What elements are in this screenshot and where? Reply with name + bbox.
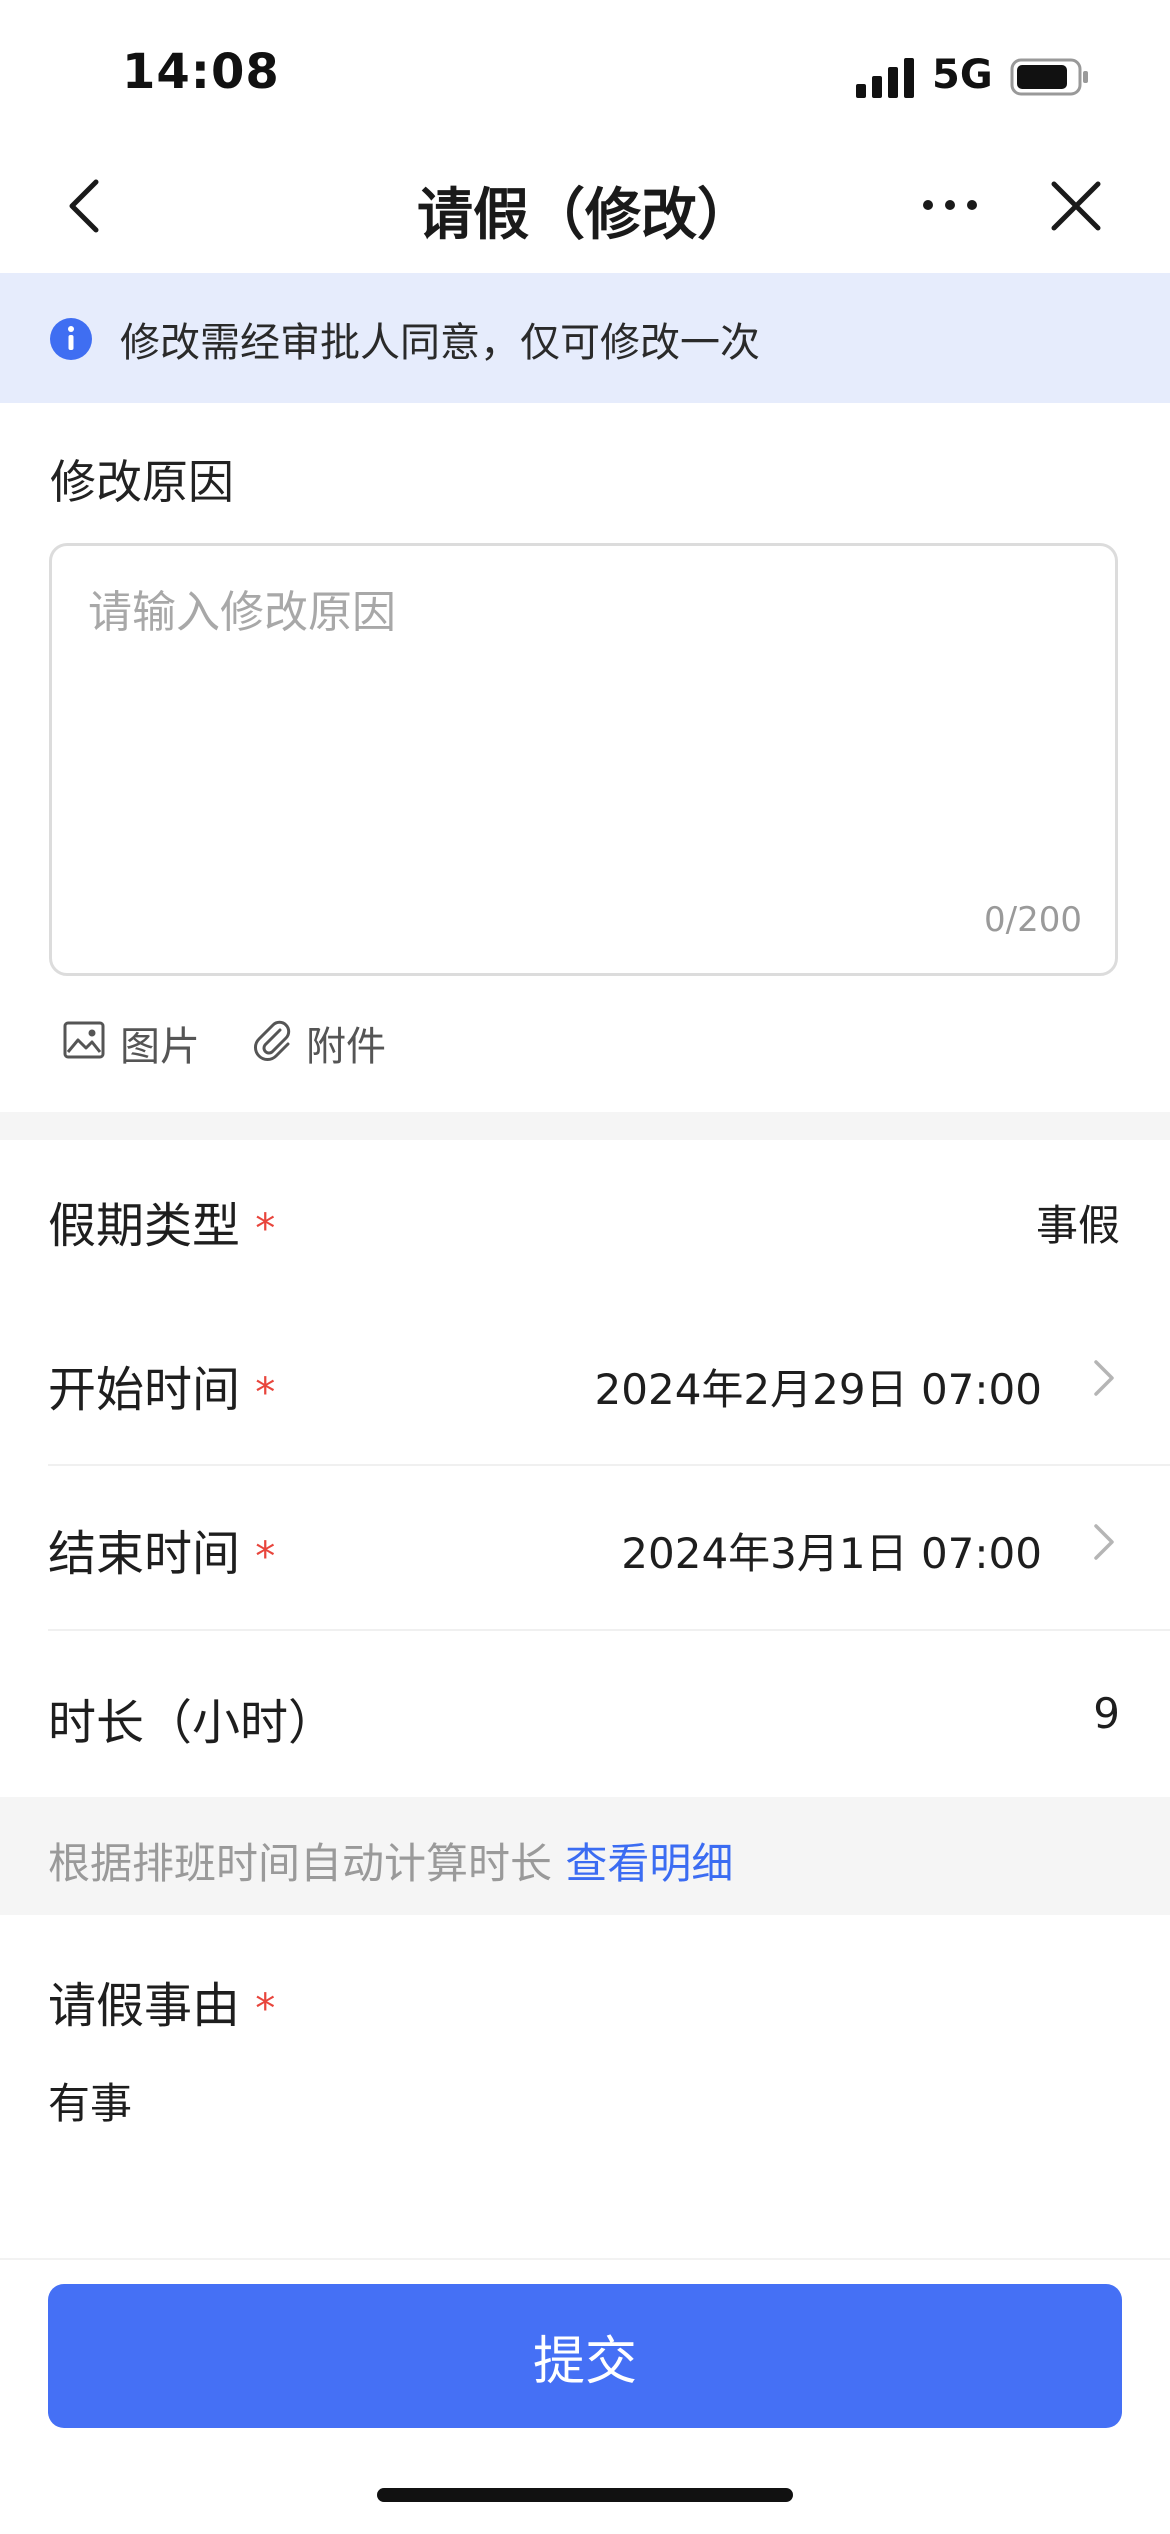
home-indicator (377, 2488, 793, 2502)
image-icon[interactable] (62, 1018, 106, 1062)
cellular-signal-icon (856, 58, 914, 98)
leave-reason-label: 请假事由 * (48, 1966, 275, 2036)
leave-type-value[interactable]: 事假 (800, 1192, 1120, 1253)
required-mark: * (255, 1986, 276, 2032)
notice-text: 修改需经审批人同意，仅可修改一次 (120, 320, 760, 366)
modify-reason-label: 修改原因 (50, 455, 234, 509)
required-mark: * (255, 1370, 276, 1416)
start-time-label: 开始时间 * (48, 1350, 275, 1420)
battery-icon (1010, 58, 1088, 96)
leave-type-label-text: 假期类型 (48, 1198, 241, 1254)
hint-description: 根据排班时间自动计算时长 (48, 1839, 553, 1888)
start-time-value[interactable]: 2024年2月29日 07:00 (520, 1356, 1042, 1417)
attachment-upload-button[interactable]: 附件 (306, 1014, 386, 1072)
page-title: 请假（修改） (417, 183, 753, 248)
start-time-label-text: 开始时间 (48, 1362, 241, 1418)
view-details-link[interactable]: 查看明细 (565, 1839, 733, 1888)
modify-reason-placeholder: 请输入修改原因 (88, 587, 396, 638)
end-time-label-text: 结束时间 (48, 1526, 241, 1582)
paperclip-icon[interactable] (250, 1018, 294, 1062)
hint-text: 根据排班时间自动计算时长 查看明细 (48, 1830, 733, 1891)
leave-reason-value[interactable]: 有事 (48, 2070, 132, 2131)
submit-button[interactable]: 提交 (48, 2284, 1122, 2428)
leave-reason-label-text: 请假事由 (48, 1978, 241, 2034)
duration-value: 9 (1093, 1689, 1120, 1738)
character-counter: 0/200 (984, 900, 1082, 940)
status-time: 14:08 (122, 44, 280, 100)
required-mark: * (255, 1534, 276, 1580)
row-divider (48, 1464, 1170, 1466)
required-mark: * (255, 1206, 276, 1252)
end-time-value[interactable]: 2024年3月1日 07:00 (540, 1520, 1042, 1581)
duration-label: 时长（小时） (48, 1695, 337, 1751)
section-divider (0, 1112, 1170, 1140)
row-divider (48, 1629, 1170, 1631)
close-icon[interactable] (1050, 180, 1102, 232)
more-icon[interactable] (920, 190, 980, 220)
info-icon (50, 318, 92, 360)
leave-type-label: 假期类型 * (48, 1186, 275, 1256)
chevron-right-icon[interactable] (1092, 1356, 1116, 1400)
chevron-right-icon[interactable] (1092, 1520, 1116, 1564)
end-time-label: 结束时间 * (48, 1514, 275, 1584)
network-type: 5G (932, 52, 993, 98)
image-upload-button[interactable]: 图片 (120, 1014, 200, 1072)
